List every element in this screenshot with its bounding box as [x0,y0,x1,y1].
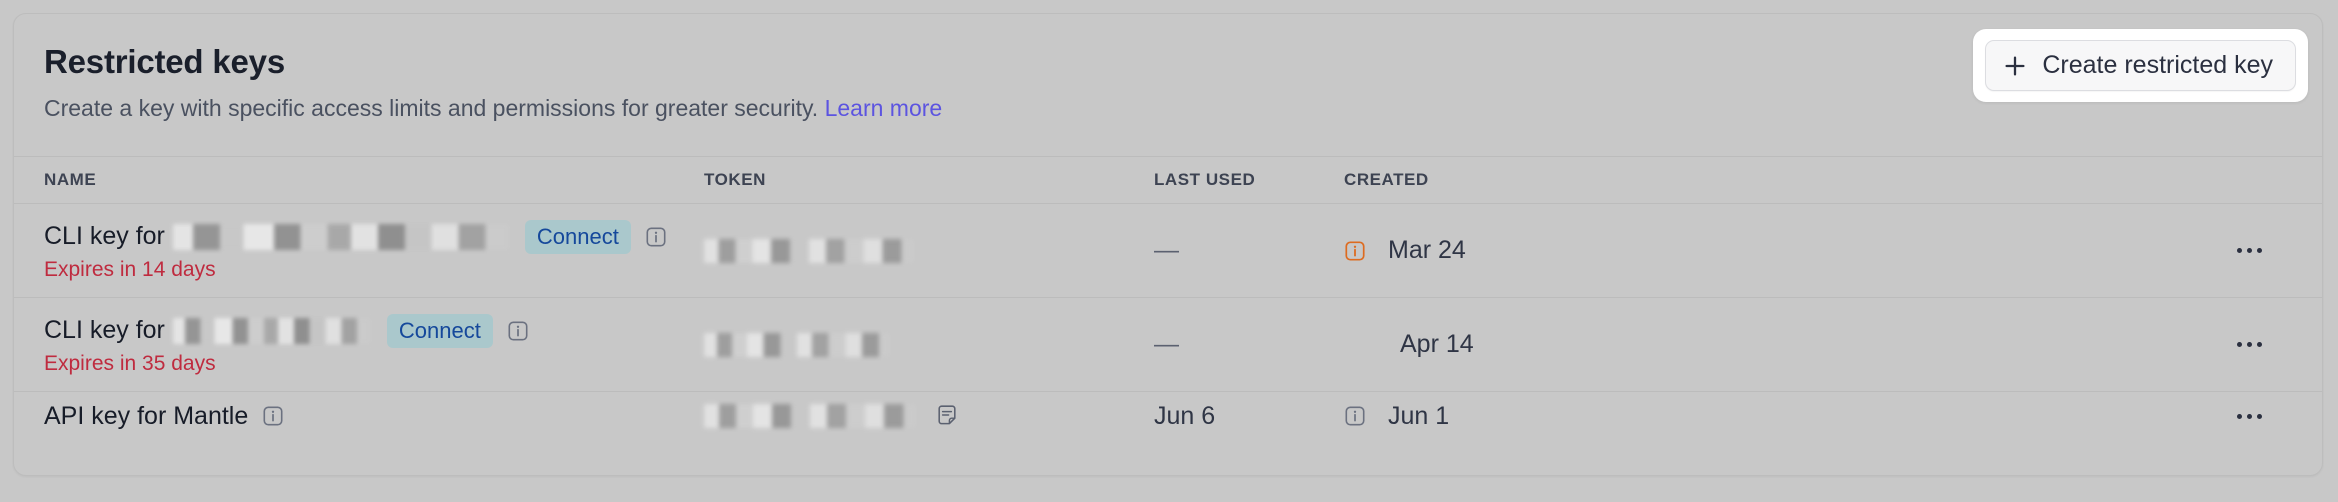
created-cell: Apr 14 [1344,330,1574,359]
row-actions-cell [1574,242,2292,259]
restricted-keys-table: NAME TOKEN LAST USED CREATED CLI key for… [14,157,2322,440]
created-cell: Mar 24 [1344,236,1574,265]
key-token-cell [704,404,1154,428]
info-icon[interactable] [262,405,284,427]
copy-token-icon[interactable] [936,405,958,427]
key-name-line: API key for Mantle [44,402,704,431]
dot [2257,342,2262,347]
connect-badge: Connect [386,313,493,348]
restricted-keys-card: Restricted keys Create a key with specif… [13,13,2323,476]
dot [2257,413,2262,419]
key-token-cell [704,238,1154,263]
card-subtitle-text: Create a key with specific access limits… [44,95,819,121]
last-used-cell: — [1154,330,1344,359]
dot [2237,248,2242,253]
overflow-menu-button[interactable] [2233,336,2266,353]
page-title: Restricted keys [44,43,285,80]
created-cell: Jun 1 [1344,402,1574,431]
key-name-cell: CLI key for Connect Expires in 35 days [44,313,704,376]
table-row: API key for Mantle Jun 6 Jun 1 [14,392,2322,440]
redacted-name-block [172,317,371,344]
key-name-line: CLI key for Connect [44,219,704,254]
created-info-icon[interactable] [1344,240,1366,262]
column-header-created: CREATED [1344,170,1429,189]
row-actions-cell [1574,336,2292,353]
last-used-value: Jun 6 [1154,401,1216,430]
key-name-line: CLI key for Connect [44,313,704,348]
overflow-menu-button[interactable] [2233,408,2266,425]
plus-icon [2004,55,2026,77]
last-used-value: — [1154,330,1179,358]
column-header-name: NAME [44,170,97,189]
create-restricted-key-label: Create restricted key [2042,51,2273,79]
column-header-last-used: LAST USED [1154,170,1256,189]
key-name-cell: CLI key for Connect Expires in 14 days [44,219,704,282]
dot [2257,248,2262,253]
card-header: Restricted keys Create a key with specif… [14,14,2322,156]
key-expiry-warning: Expires in 14 days [44,257,216,281]
redacted-name-block [172,223,509,250]
info-icon[interactable] [645,226,667,248]
created-value: Jun 1 [1388,401,1450,430]
dot [2247,342,2252,347]
card-subtitle: Create a key with specific access limits… [44,93,2292,123]
redacted-token-block [704,404,916,428]
dot [2237,413,2242,419]
table-row: CLI key for Connect Expires in 35 days —… [14,298,2322,392]
redacted-token-block [704,238,914,263]
created-value: Mar 24 [1388,236,1466,264]
created-value: Apr 14 [1400,330,1474,358]
info-icon[interactable] [507,320,529,342]
create-key-panel: Create restricted key [1973,29,2308,102]
dot [2247,413,2252,419]
column-header-token: TOKEN [704,170,766,189]
key-expiry-warning: Expires in 35 days [44,351,216,375]
row-actions-cell [1574,408,2292,425]
redacted-token-block [704,332,890,357]
overflow-menu-button[interactable] [2233,242,2266,259]
created-info-icon[interactable] [1344,405,1366,427]
dot [2237,342,2242,347]
learn-more-link[interactable]: Learn more [825,95,943,121]
last-used-value: — [1154,236,1179,264]
key-name-cell: API key for Mantle [44,402,704,431]
connect-badge: Connect [524,219,631,254]
dot [2247,248,2252,253]
key-name-text: API key for Mantle [44,401,249,430]
key-token-cell [704,332,1154,357]
key-name-text: CLI key for [44,316,165,344]
key-name-text: CLI key for [44,222,165,250]
table-row: CLI key for Connect Expires in 14 days —… [14,204,2322,298]
last-used-cell: Jun 6 [1154,402,1344,431]
table-header-row: NAME TOKEN LAST USED CREATED [14,157,2322,204]
create-restricted-key-button[interactable]: Create restricted key [1985,40,2296,91]
last-used-cell: — [1154,236,1344,265]
